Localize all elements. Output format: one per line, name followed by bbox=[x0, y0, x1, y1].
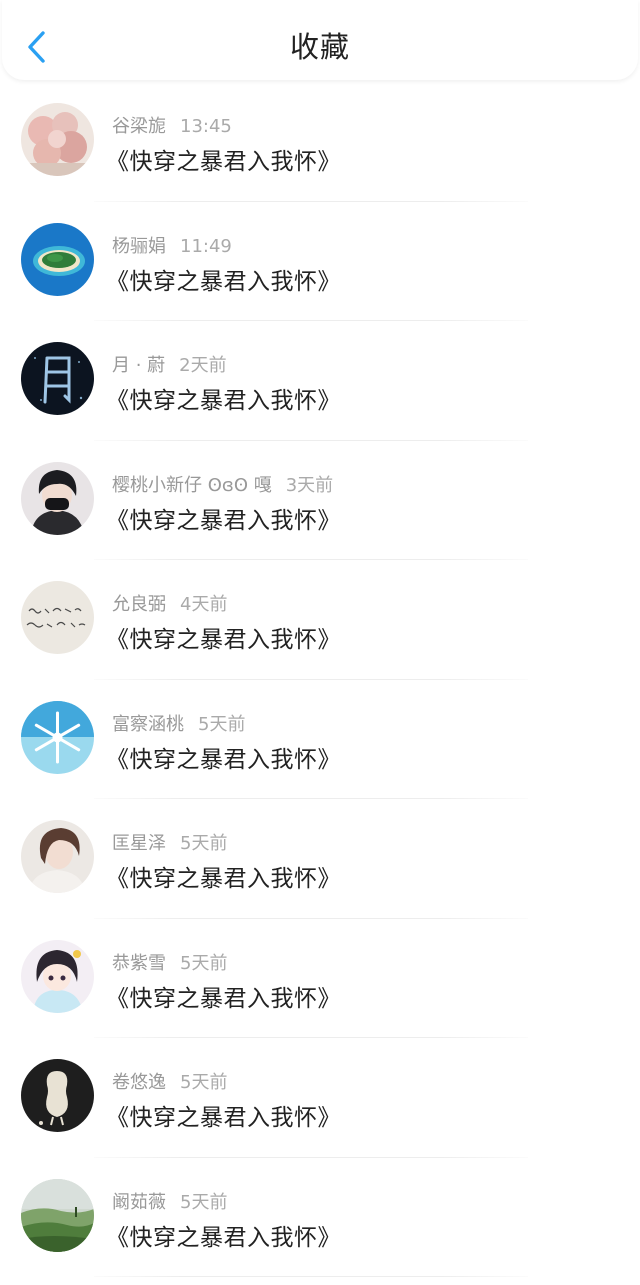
favorites-list: 谷梁旎 13:45 《快穿之暴君入我怀》 杨骊娟 11:49 《快穿之暴君入我怀》 bbox=[0, 82, 640, 1277]
item-meta: 月 · 蔚 2天前 bbox=[112, 351, 227, 377]
item-time: 5天前 bbox=[180, 1072, 228, 1093]
list-item[interactable]: 卷悠逸 5天前 《快穿之暴君入我怀》 bbox=[0, 1038, 640, 1158]
item-time: 4天前 bbox=[180, 594, 228, 615]
list-item[interactable]: 樱桃小新仔 ʘɞʘ 嘎 3天前 《快穿之暴君入我怀》 bbox=[0, 441, 640, 560]
user-name: 阚茹薇 bbox=[112, 1191, 166, 1213]
item-title: 《快穿之暴君入我怀》 bbox=[106, 985, 341, 1012]
page-title: 收藏 bbox=[289, 30, 350, 64]
list-item[interactable]: 富察涵桃 5天前 《快穿之暴君入我怀》 bbox=[0, 680, 640, 799]
user-name: 樱桃小新仔 ʘɞʘ 嘎 bbox=[112, 474, 272, 496]
item-title: 《快穿之暴君入我怀》 bbox=[106, 149, 341, 175]
item-time: 5天前 bbox=[198, 713, 246, 735]
list-item[interactable]: 月 · 蔚 2天前 《快穿之暴君入我怀》 bbox=[0, 321, 640, 441]
user-name: 月 · 蔚 bbox=[112, 355, 166, 376]
item-title: 《快穿之暴君入我怀》 bbox=[106, 1224, 341, 1251]
item-meta: 匡星泽 5天前 bbox=[112, 829, 227, 855]
user-name: 富察涵桃 bbox=[112, 713, 184, 735]
user-name: 匡星泽 bbox=[112, 833, 166, 854]
user-name: 恭紫雪 bbox=[112, 952, 166, 974]
item-title: 《快穿之暴君入我怀》 bbox=[106, 507, 341, 534]
user-name: 杨骊娟 bbox=[112, 235, 166, 257]
list-item[interactable]: 匡星泽 5天前 《快穿之暴君入我怀》 bbox=[0, 799, 640, 919]
user-name: 允良弼 bbox=[112, 594, 166, 615]
list-item[interactable]: 恭紫雪 5天前 《快穿之暴君入我怀》 bbox=[0, 919, 640, 1038]
item-meta: 允良弼 4天前 bbox=[112, 590, 227, 616]
item-title: 《快穿之暴君入我怀》 bbox=[106, 1105, 341, 1131]
item-meta: 阚茹薇 5天前 bbox=[112, 1188, 227, 1214]
user-name: 谷梁旎 bbox=[112, 116, 166, 137]
item-title: 《快穿之暴君入我怀》 bbox=[106, 866, 341, 892]
item-time: 13:45 bbox=[180, 116, 232, 137]
item-title: 《快穿之暴君入我怀》 bbox=[106, 627, 341, 653]
list-item[interactable]: 杨骊娟 11:49 《快穿之暴君入我怀》 bbox=[0, 202, 640, 321]
list-item[interactable]: 允良弼 4天前 《快穿之暴君入我怀》 bbox=[0, 560, 640, 680]
app: 收藏 谷梁旎 13:45 《快穿之暴君入我怀》 杨骊娟 11:49 《快穿之暴君… bbox=[0, 0, 640, 1285]
user-name: 卷悠逸 bbox=[112, 1072, 166, 1093]
item-time: 11:49 bbox=[180, 235, 232, 257]
list-item[interactable]: 阚茹薇 5天前 《快穿之暴君入我怀》 bbox=[0, 1158, 640, 1277]
item-time: 2天前 bbox=[179, 355, 227, 376]
item-meta: 杨骊娟 11:49 bbox=[112, 232, 232, 258]
item-meta: 恭紫雪 5天前 bbox=[112, 949, 227, 975]
island-avatar[interactable] bbox=[21, 222, 94, 296]
item-title: 《快穿之暴君入我怀》 bbox=[106, 746, 341, 773]
item-meta: 樱桃小新仔 ʘɞʘ 嘎 3天前 bbox=[112, 471, 333, 497]
list-item[interactable]: 谷梁旎 13:45 《快穿之暴君入我怀》 bbox=[0, 82, 640, 202]
item-title: 《快穿之暴君入我怀》 bbox=[106, 388, 341, 414]
masked-boy-avatar[interactable] bbox=[21, 461, 94, 535]
landscape-avatar[interactable] bbox=[21, 1178, 94, 1252]
item-meta: 卷悠逸 5天前 bbox=[112, 1068, 227, 1094]
peanut-avatar[interactable] bbox=[21, 1059, 94, 1132]
item-meta: 谷梁旎 13:45 bbox=[112, 112, 232, 138]
handwriting-avatar[interactable] bbox=[21, 581, 94, 654]
item-time: 5天前 bbox=[180, 1191, 228, 1213]
girl-portrait-avatar[interactable] bbox=[21, 820, 94, 893]
item-time: 5天前 bbox=[180, 833, 228, 854]
snowflake-avatar[interactable] bbox=[21, 700, 94, 774]
item-title: 《快穿之暴君入我怀》 bbox=[106, 268, 341, 295]
item-meta: 富察涵桃 5天前 bbox=[112, 710, 245, 736]
anime-girl-avatar[interactable] bbox=[21, 939, 94, 1013]
header: 收藏 bbox=[2, 0, 638, 80]
divider bbox=[94, 1276, 528, 1277]
pink-blossom-avatar[interactable] bbox=[21, 103, 94, 176]
moon-character-avatar[interactable] bbox=[21, 342, 94, 415]
item-time: 5天前 bbox=[180, 952, 228, 974]
item-time: 3天前 bbox=[285, 474, 334, 496]
